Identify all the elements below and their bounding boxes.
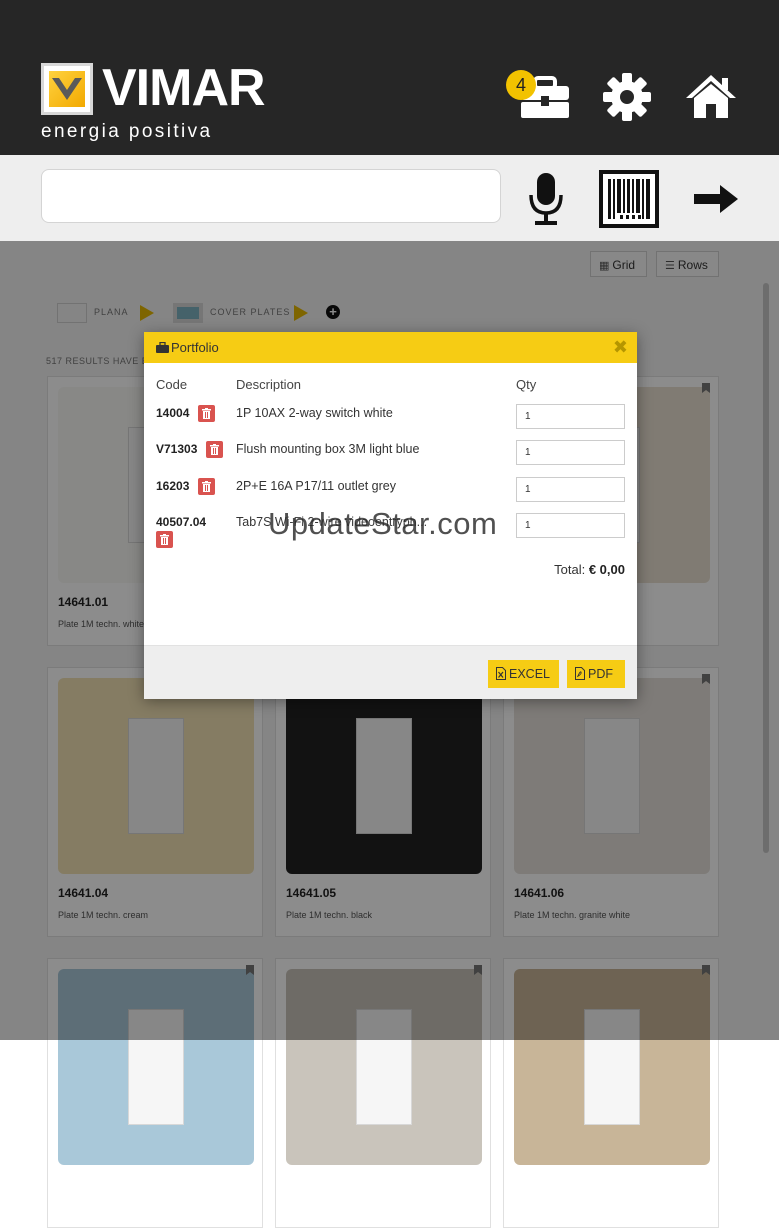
home-icon[interactable] — [684, 72, 738, 122]
trash-icon — [210, 444, 219, 455]
delete-row-button[interactable] — [206, 441, 223, 458]
quantity-input[interactable] — [516, 440, 625, 465]
portfolio-row-description: 2P+E 16A P17/11 outlet grey — [236, 479, 396, 493]
portfolio-count-badge: 4 — [506, 70, 536, 100]
portfolio-dialog-header: Portfolio ✖ — [144, 332, 637, 363]
file-pdf-icon — [575, 667, 585, 680]
search-input[interactable] — [41, 169, 501, 223]
close-icon[interactable]: ✖ — [613, 337, 628, 357]
watermark-text: UpdateStar.com — [268, 506, 498, 541]
column-header-code: Code — [156, 377, 188, 392]
barcode-icon[interactable] — [599, 170, 659, 228]
brand-name: VIMAR — [102, 59, 266, 117]
total-value: € 0,00 — [588, 562, 625, 577]
vimar-logo-icon — [41, 63, 93, 115]
trash-icon — [160, 534, 169, 545]
gear-icon[interactable] — [602, 72, 656, 122]
trash-icon — [202, 481, 211, 492]
portfolio-row-code: 16203 — [156, 479, 190, 493]
column-header-qty: Qty — [516, 377, 537, 392]
microphone-icon[interactable] — [526, 171, 566, 227]
quantity-input[interactable] — [516, 513, 625, 538]
portfolio-row-code: 40507.04 — [156, 515, 207, 529]
quantity-input[interactable] — [516, 477, 625, 502]
portfolio-row-code: 14004 — [156, 406, 190, 420]
export-pdf-button[interactable]: PDF — [567, 660, 625, 688]
delete-row-button[interactable] — [198, 478, 215, 495]
trash-icon — [202, 408, 211, 419]
search-bar — [0, 155, 779, 241]
column-header-description: Description — [236, 377, 302, 392]
arrow-right-icon[interactable] — [692, 183, 740, 215]
brand-tagline: energia positiva — [41, 121, 213, 142]
portfolio-row-description: Flush mounting box 3M light blue — [236, 442, 420, 456]
portfolio-dialog-title: Portfolio — [156, 340, 219, 355]
portfolio-row-description: 1P 10AX 2-way switch white — [236, 406, 393, 420]
portfolio-total: Total: € 0,00 — [554, 562, 625, 577]
quantity-input[interactable] — [516, 404, 625, 429]
portfolio-dialog-footer: EXCEL PDF — [144, 645, 637, 699]
delete-row-button[interactable] — [198, 405, 215, 422]
export-excel-button[interactable]: EXCEL — [488, 660, 559, 688]
portfolio-row-code: V71303 — [156, 442, 198, 456]
total-label: Total: — [554, 562, 586, 577]
delete-row-button[interactable] — [156, 531, 173, 548]
briefcase-icon — [156, 341, 169, 353]
app-header: VIMAR energia positiva 4 — [0, 0, 779, 155]
file-excel-icon — [496, 667, 506, 680]
